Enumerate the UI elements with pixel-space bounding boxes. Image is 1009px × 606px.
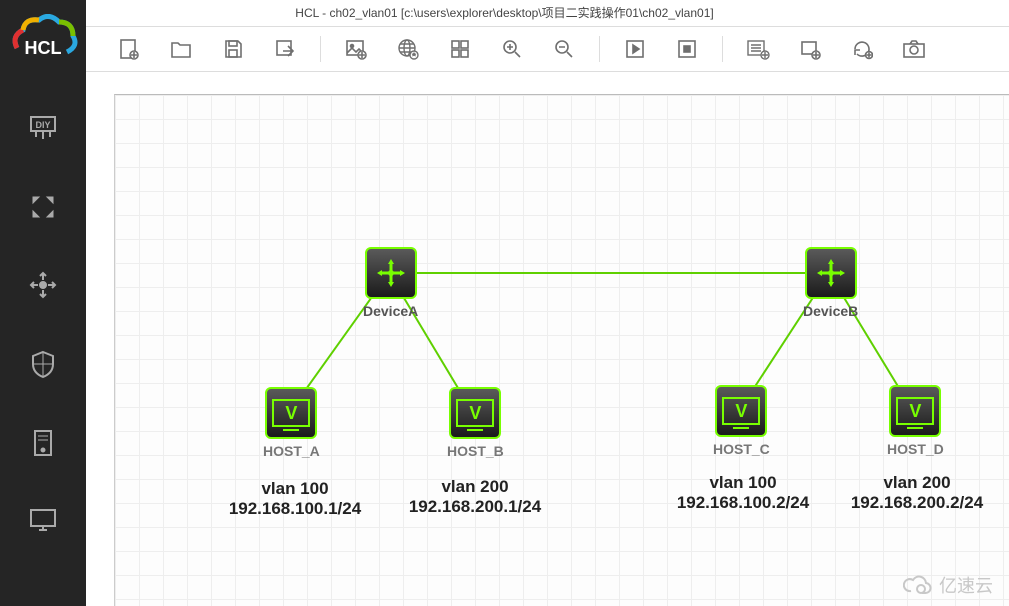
export-button[interactable]: [272, 36, 298, 62]
globe-settings-button[interactable]: [395, 36, 421, 62]
host-b[interactable]: V HOST_B: [447, 387, 504, 459]
host-b-label: HOST_B: [447, 443, 504, 459]
window-title: HCL - ch02_vlan01 [c:\users\explorer\des…: [0, 0, 1009, 26]
annotation-host-b: vlan 200 192.168.200.1/24: [395, 477, 555, 517]
host-d[interactable]: V HOST_D: [887, 385, 944, 457]
shield-tool-icon[interactable]: [30, 349, 56, 384]
host-icon: V: [715, 385, 767, 437]
host-a-label: HOST_A: [263, 443, 320, 459]
host-icon: V: [265, 387, 317, 439]
zoom-out-button[interactable]: [551, 36, 577, 62]
vlan-text: vlan 200: [883, 473, 950, 492]
diy-tool-icon[interactable]: DIY: [28, 114, 58, 149]
device-a[interactable]: DeviceA: [363, 247, 418, 319]
host-icon: V: [889, 385, 941, 437]
hcl-logo: HCL: [0, 6, 86, 78]
zoom-in-button[interactable]: [499, 36, 525, 62]
grid-view-button[interactable]: [447, 36, 473, 62]
server-tool-icon[interactable]: [32, 428, 54, 463]
annotation-host-c: vlan 100 192.168.100.2/24: [663, 473, 823, 513]
ip-text: 192.168.100.1/24: [215, 499, 375, 519]
vlan-text: vlan 200: [441, 477, 508, 496]
annotation-host-d: vlan 200 192.168.200.2/24: [837, 473, 997, 513]
toolbar-divider: [599, 36, 600, 62]
svg-text:DIY: DIY: [35, 120, 50, 130]
canvas-grid[interactable]: DeviceA DeviceB V HOST_A V HOST_B V HOST…: [114, 94, 1009, 606]
move-tool-icon[interactable]: [28, 270, 58, 305]
toolbar-divider: [320, 36, 321, 62]
stop-button[interactable]: [674, 36, 700, 62]
toolbar: [86, 26, 1009, 72]
device-b[interactable]: DeviceB: [803, 247, 858, 319]
annotation-host-a: vlan 100 192.168.100.1/24: [215, 479, 375, 519]
canvas-area[interactable]: DeviceA DeviceB V HOST_A V HOST_B V HOST…: [86, 72, 1009, 606]
ip-text: 192.168.200.1/24: [395, 497, 555, 517]
svg-text:HCL: HCL: [25, 38, 62, 58]
list-add-button[interactable]: [745, 36, 771, 62]
new-file-button[interactable]: [116, 36, 142, 62]
watermark: 亿速云: [903, 572, 993, 598]
rect-add-button[interactable]: [797, 36, 823, 62]
monitor-tool-icon[interactable]: [28, 507, 58, 538]
camera-button[interactable]: [901, 36, 927, 62]
left-sidebar: HCL DIY: [0, 0, 86, 606]
device-a-label: DeviceA: [363, 303, 418, 319]
vlan-text: vlan 100: [709, 473, 776, 492]
host-c-label: HOST_C: [713, 441, 770, 457]
host-a[interactable]: V HOST_A: [263, 387, 320, 459]
refresh-button[interactable]: [849, 36, 875, 62]
ip-text: 192.168.200.2/24: [837, 493, 997, 513]
image-insert-button[interactable]: [343, 36, 369, 62]
host-d-label: HOST_D: [887, 441, 944, 457]
switch-icon: [805, 247, 857, 299]
vlan-text: vlan 100: [261, 479, 328, 498]
open-file-button[interactable]: [168, 36, 194, 62]
save-button[interactable]: [220, 36, 246, 62]
device-b-label: DeviceB: [803, 303, 858, 319]
topology-links: [115, 95, 1009, 606]
host-c[interactable]: V HOST_C: [713, 385, 770, 457]
expand-tool-icon[interactable]: [29, 193, 57, 226]
host-icon: V: [449, 387, 501, 439]
ip-text: 192.168.100.2/24: [663, 493, 823, 513]
switch-icon: [365, 247, 417, 299]
play-button[interactable]: [622, 36, 648, 62]
watermark-text: 亿速云: [939, 572, 993, 598]
toolbar-divider: [722, 36, 723, 62]
